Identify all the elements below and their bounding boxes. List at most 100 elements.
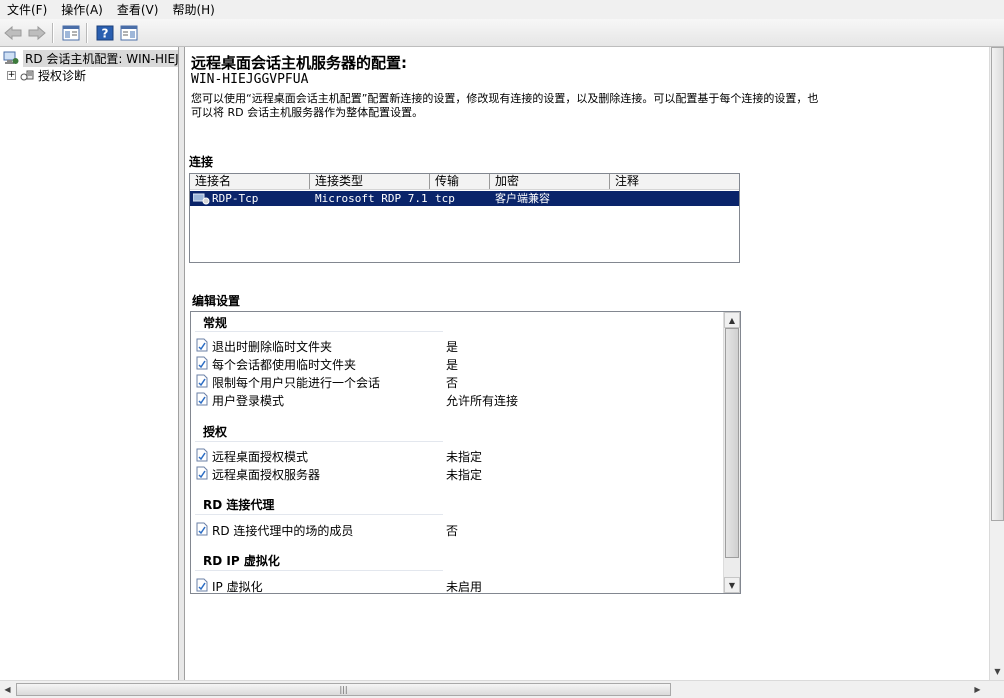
group-divider <box>195 570 443 571</box>
setting-value: 未启用 <box>446 579 483 594</box>
help-icon: ? <box>96 25 114 40</box>
menu-view[interactable]: 查看(V) <box>110 1 166 19</box>
tree-root-label: RD 会话主机配置: WIN-HIEJGGVPFUA <box>23 49 178 67</box>
back-arrow-icon <box>4 25 22 40</box>
setting-label: RD 连接代理中的场的成员 <box>212 523 354 538</box>
setting-delete-temp-folders[interactable]: 退出时删除临时文件夹 是 <box>196 337 716 355</box>
connections-table[interactable]: 连接名 连接类型 传输 加密 注释 RDP-Tcp Microsoft RDP … <box>189 173 740 263</box>
column-header-transport[interactable]: 传输 <box>430 174 490 189</box>
setting-label: 远程桌面授权模式 <box>212 449 309 464</box>
property-page-icon <box>196 338 208 355</box>
edit-settings-heading: 编辑设置 <box>192 294 241 308</box>
setting-value: 未指定 <box>446 449 483 464</box>
property-page-icon <box>196 522 208 539</box>
edit-settings-panel: 常规 退出时删除临时文件夹 是 每个会话都使用临时文件夹 是 限制每个用户只能进… <box>190 311 741 594</box>
scroll-up-arrow-icon[interactable]: ▲ <box>724 312 740 328</box>
toolbar-separator <box>86 22 88 43</box>
main-content: 远程桌面会话主机服务器的配置: WIN-HIEJGGVPFUA 您可以使用“远程… <box>185 47 989 680</box>
expand-icon[interactable]: + <box>7 70 16 80</box>
connections-heading: 连接 <box>189 155 214 169</box>
page-title: 远程桌面会话主机服务器的配置: <box>191 54 408 72</box>
group-licensing-title: 授权 <box>203 425 228 439</box>
cell-name: RDP-Tcp <box>190 191 310 206</box>
property-page-icon <box>196 356 208 373</box>
setting-rd-license-servers[interactable]: 远程桌面授权服务器 未指定 <box>196 465 716 483</box>
console-tree-icon <box>62 25 80 40</box>
action-pane-icon <box>120 25 138 40</box>
main-vertical-scrollbar[interactable]: ▼ <box>989 47 1004 680</box>
back-button[interactable] <box>2 22 24 44</box>
column-header-encryption[interactable]: 加密 <box>490 174 610 189</box>
svg-text:?: ? <box>102 26 109 40</box>
forward-arrow-icon <box>28 25 46 40</box>
toolbar: ? <box>0 19 1004 47</box>
scroll-right-arrow-icon[interactable]: ▶ <box>970 682 985 697</box>
setting-label: 限制每个用户只能进行一个会话 <box>212 375 381 390</box>
setting-value: 否 <box>446 523 459 538</box>
setting-label: 用户登录模式 <box>212 393 285 408</box>
setting-value: 允许所有连接 <box>446 393 519 408</box>
rd-session-host-icon <box>3 51 19 64</box>
vertical-scrollbar-thumb[interactable] <box>991 47 1004 521</box>
property-page-icon <box>196 578 208 594</box>
menu-action[interactable]: 操作(A) <box>54 1 110 19</box>
setting-single-session-per-user[interactable]: 限制每个用户只能进行一个会话 否 <box>196 373 716 391</box>
property-page-icon <box>196 374 208 391</box>
cell-encryption: 客户端兼容 <box>495 192 550 205</box>
setting-user-logon-mode[interactable]: 用户登录模式 允许所有连接 <box>196 391 716 409</box>
setting-temp-folder-per-session[interactable]: 每个会话都使用临时文件夹 是 <box>196 355 716 373</box>
setting-label: IP 虚拟化 <box>212 579 263 594</box>
horizontal-scrollbar-thumb[interactable]: ||| <box>16 683 671 696</box>
property-page-icon <box>196 466 208 483</box>
show-hide-action-pane-button[interactable] <box>118 22 140 44</box>
setting-label: 退出时删除临时文件夹 <box>212 339 333 354</box>
menu-bar: 文件(F) 操作(A) 查看(V) 帮助(H) <box>0 0 1004 19</box>
show-hide-console-tree-button[interactable] <box>60 22 82 44</box>
group-general-title: 常规 <box>203 316 228 330</box>
group-divider <box>195 331 443 332</box>
setting-ip-virtualization[interactable]: IP 虚拟化 未启用 <box>196 577 716 594</box>
setting-value: 否 <box>446 375 459 390</box>
scrollbar-thumb[interactable] <box>725 328 739 558</box>
setting-label: 每个会话都使用临时文件夹 <box>212 357 357 372</box>
toolbar-separator <box>52 22 54 43</box>
cell-transport: tcp <box>435 192 455 205</box>
menu-help[interactable]: 帮助(H) <box>165 1 221 19</box>
connection-icon <box>193 193 210 205</box>
scroll-down-arrow-icon[interactable]: ▼ <box>990 664 1004 679</box>
connection-name: RDP-Tcp <box>212 192 259 205</box>
property-page-icon <box>196 448 208 465</box>
column-header-name[interactable]: 连接名 <box>190 174 310 189</box>
setting-value: 是 <box>446 357 459 372</box>
group-divider <box>195 441 443 442</box>
group-connection-broker-title: RD 连接代理 <box>203 498 275 512</box>
page-description: 您可以使用“远程桌面会话主机配置”配置新连接的设置，修改现有连接的设置，以及删除… <box>191 92 819 119</box>
group-divider <box>195 514 443 515</box>
help-button[interactable]: ? <box>94 22 116 44</box>
group-ip-virtualization-title: RD IP 虚拟化 <box>203 554 280 568</box>
tree-item-rd-session-host-config[interactable]: RD 会话主机配置: WIN-HIEJGGVPFUA <box>3 49 178 67</box>
setting-value: 是 <box>446 339 459 354</box>
setting-value: 未指定 <box>446 467 483 482</box>
console-tree: RD 会话主机配置: WIN-HIEJGGVPFUA + 授权诊断 <box>0 47 179 680</box>
setting-broker-farm-member[interactable]: RD 连接代理中的场的成员 否 <box>196 521 716 539</box>
scroll-left-arrow-icon[interactable]: ◀ <box>0 682 15 697</box>
cell-comment <box>610 191 739 206</box>
cell-type: Microsoft RDP 7.1 <box>315 192 428 205</box>
scroll-down-arrow-icon[interactable]: ▼ <box>724 577 740 593</box>
connections-table-header: 连接名 连接类型 传输 加密 注释 <box>190 174 739 190</box>
forward-button[interactable] <box>26 22 48 44</box>
column-header-type[interactable]: 连接类型 <box>310 174 430 189</box>
server-name: WIN-HIEJGGVPFUA <box>191 72 309 87</box>
table-row[interactable]: RDP-Tcp Microsoft RDP 7.1 tcp 客户端兼容 <box>190 191 739 206</box>
property-page-icon <box>196 392 208 409</box>
setting-label: 远程桌面授权服务器 <box>212 467 321 482</box>
setting-rd-licensing-mode[interactable]: 远程桌面授权模式 未指定 <box>196 447 716 465</box>
edit-settings-scrollbar[interactable]: ▲ ▼ <box>723 312 740 593</box>
menu-file[interactable]: 文件(F) <box>0 1 54 19</box>
tree-item-licensing-diagnosis[interactable]: + 授权诊断 <box>7 67 86 83</box>
main-horizontal-scrollbar[interactable]: ◀ ||| ▶ <box>0 680 1004 698</box>
licensing-diagnosis-icon <box>20 70 34 81</box>
column-header-comment[interactable]: 注释 <box>610 174 739 189</box>
tree-child-label: 授权诊断 <box>38 68 87 83</box>
